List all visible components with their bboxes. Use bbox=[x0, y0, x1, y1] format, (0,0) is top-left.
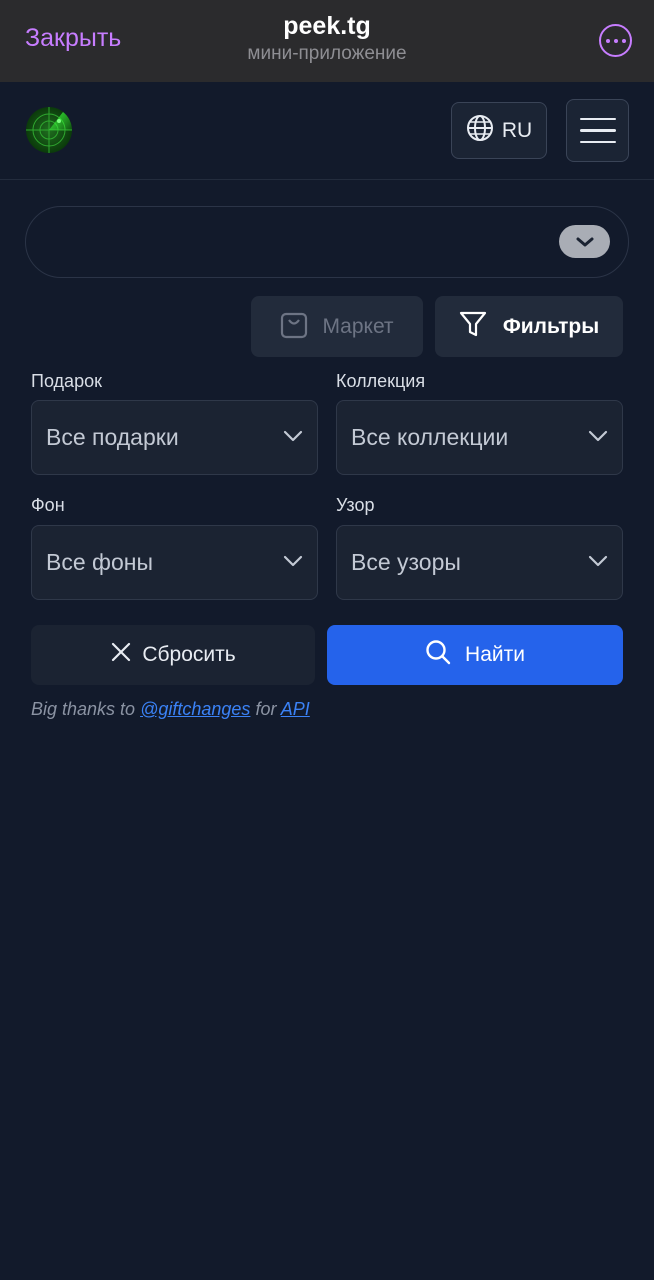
background-select-value: Все фоны bbox=[46, 549, 153, 575]
search-icon bbox=[425, 639, 451, 671]
credits-prefix: Big thanks to bbox=[31, 699, 136, 719]
market-label: Маркет bbox=[322, 314, 394, 338]
close-x-icon bbox=[110, 641, 132, 669]
language-button[interactable]: RU bbox=[451, 102, 547, 159]
background-label: Фон bbox=[31, 495, 65, 515]
app-subtitle: мини-приложение bbox=[247, 43, 407, 64]
credits-middle: for bbox=[255, 699, 277, 719]
chevron-down-icon bbox=[588, 554, 608, 572]
giftchanges-link[interactable]: @giftchanges bbox=[140, 699, 250, 719]
hamburger-menu-icon[interactable] bbox=[566, 99, 629, 162]
market-button[interactable]: Маркет bbox=[251, 296, 423, 357]
collection-label: Коллекция bbox=[336, 371, 426, 391]
pattern-select[interactable]: Все узоры bbox=[336, 525, 623, 600]
collection-select-value: Все коллекции bbox=[351, 424, 509, 450]
filters-button[interactable]: Фильтры bbox=[435, 296, 623, 357]
pattern-label: Узор bbox=[336, 495, 375, 515]
search-input[interactable] bbox=[50, 207, 550, 277]
gift-select[interactable]: Все подарки bbox=[31, 400, 318, 475]
chevron-down-icon bbox=[283, 554, 303, 572]
filters-label: Фильтры bbox=[502, 314, 600, 338]
reset-label: Сбросить bbox=[142, 643, 236, 666]
globe-icon bbox=[466, 114, 494, 148]
app-header: RU bbox=[0, 82, 654, 180]
pattern-select-value: Все узоры bbox=[351, 549, 461, 575]
chevron-down-icon bbox=[588, 429, 608, 447]
api-link[interactable]: API bbox=[281, 699, 310, 719]
more-options-icon[interactable] bbox=[599, 24, 632, 57]
funnel-icon bbox=[459, 310, 487, 344]
find-label: Найти bbox=[465, 643, 525, 666]
gift-label: Подарок bbox=[31, 371, 102, 391]
background-select[interactable]: Все фоны bbox=[31, 525, 318, 600]
find-button[interactable]: Найти bbox=[327, 625, 623, 685]
app-title: peek.tg bbox=[283, 12, 371, 40]
gift-select-value: Все подарки bbox=[46, 424, 179, 450]
title-block: peek.tg мини-приложение bbox=[0, 12, 654, 65]
reset-button[interactable]: Сбросить bbox=[31, 625, 315, 685]
credits-text: Big thanks to @giftchanges for API bbox=[31, 699, 310, 720]
search-bar bbox=[25, 206, 629, 278]
telegram-header: Закрыть peek.tg мини-приложение bbox=[0, 0, 654, 82]
language-label: RU bbox=[501, 118, 533, 142]
collection-select[interactable]: Все коллекции bbox=[336, 400, 623, 475]
chevron-down-icon bbox=[283, 429, 303, 447]
radar-icon[interactable] bbox=[25, 106, 73, 154]
chevron-down-icon[interactable] bbox=[559, 225, 610, 258]
shopping-bag-icon bbox=[280, 309, 308, 345]
